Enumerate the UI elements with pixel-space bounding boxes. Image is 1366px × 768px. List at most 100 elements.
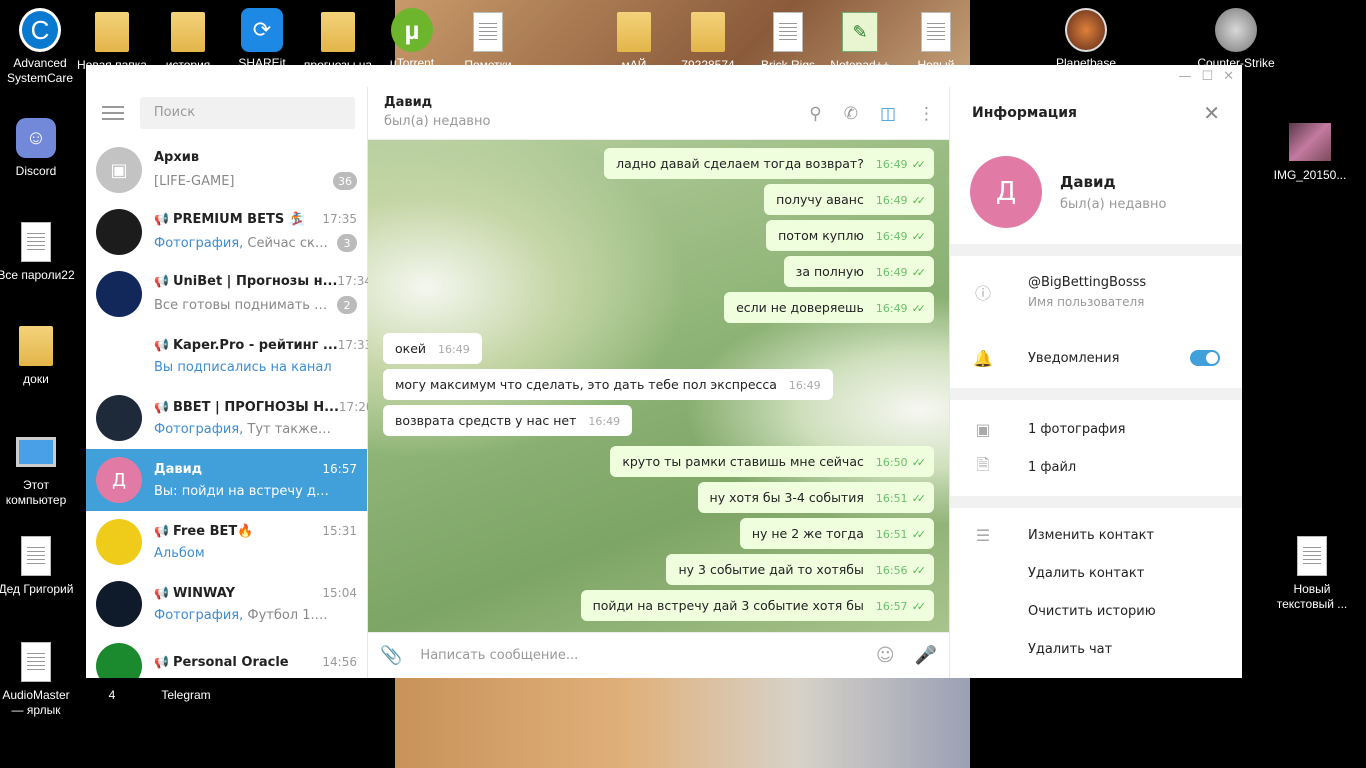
desktop-icon-advanced-systemcare[interactable]: C Advanced SystemCare	[0, 8, 80, 86]
message-time: 16:57	[875, 600, 908, 613]
utorrent-icon: µ	[391, 8, 433, 52]
planetbase-icon	[1065, 8, 1107, 52]
desktop-icon-discord[interactable]: ☺ Discord	[0, 116, 76, 179]
message-bubble[interactable]: ну 3 событие дай то хотябы 16:56 ✓✓	[666, 554, 934, 585]
message-bubble[interactable]: окей 16:49	[383, 333, 482, 364]
search-input[interactable]: Поиск	[139, 97, 355, 129]
message-bubble[interactable]: ну не 2 же тогда 16:51 ✓✓	[739, 518, 934, 549]
files-row[interactable]: 🗎 1 файл	[950, 448, 1242, 486]
desktop-icon-new-text[interactable]: Новый текстовый ...	[1272, 534, 1352, 612]
desktop-icon-planetbase[interactable]: Planetbase	[1046, 8, 1126, 71]
message-time: 16:49	[788, 379, 821, 392]
file-icon: 🗎	[976, 454, 990, 474]
shareit-icon: ⟳	[241, 8, 283, 52]
desktop-icon-new-folder[interactable]: Новая папка	[72, 10, 152, 73]
desktop-icon-this-pc[interactable]: Этот компьютер	[0, 430, 76, 508]
desktop-icon-shareit[interactable]: ⟳ SHAREit	[222, 8, 302, 71]
files-label: 1 файл	[1028, 459, 1077, 475]
photos-row[interactable]: ▣ 1 фотография	[950, 410, 1242, 448]
desktop-icon-label: Этот компьютер	[5, 478, 67, 507]
chat-list-item[interactable]: 📢WINWAY 15:04 Фотография, Футбол 1.5 / 2 …	[86, 573, 367, 635]
avatar: Д	[96, 457, 142, 503]
message-bubble[interactable]: могу максимум что сделать, это дать тебе…	[383, 369, 833, 400]
desktop-icon-brick-rigs[interactable]: Brick Rigs	[748, 10, 828, 73]
desktop-icon-4[interactable]: 4	[72, 688, 152, 708]
desktop-icon-ded[interactable]: Дед Григорий	[0, 534, 76, 597]
sidebar-toggle-icon[interactable]: ◫	[880, 104, 896, 124]
read-checkmark-icon: ✓✓	[911, 266, 927, 279]
message-input[interactable]: Написать сообщение...	[420, 648, 855, 663]
search-icon[interactable]: ⚲	[809, 104, 821, 124]
microphone-icon[interactable]: 🎤	[915, 645, 937, 666]
title-bar: — ☐ ✕	[86, 65, 1242, 87]
notifications-row[interactable]: 🔔 Уведомления	[950, 328, 1242, 388]
message-text: ну 3 событие дай то хотябы	[678, 562, 864, 577]
desktop-icon-notes[interactable]: Пометки	[448, 10, 528, 73]
desktop-icon-number-folder[interactable]: 79228574	[668, 10, 748, 73]
read-checkmark-icon: ✓✓	[911, 194, 927, 207]
delete-contact-row[interactable]: Удалить контакт	[950, 554, 1242, 592]
chat-preview-highlight: Альбом	[154, 545, 205, 561]
message-time: 16:49	[875, 266, 908, 279]
chat-preview: Сейчас скину ...	[247, 235, 334, 251]
chat-list-item[interactable]: 📢 Free BET🔥 15:31 Альбом	[86, 511, 367, 573]
info-icon: ⓘ	[974, 284, 991, 303]
chat-list-item[interactable]: 📢 Kaper.Pro - рейтинг ... 17:33 Вы подписа…	[86, 325, 372, 387]
attach-icon[interactable]: 📎	[380, 645, 402, 666]
message-bubble[interactable]: если не доверяешь 16:49 ✓✓	[724, 292, 934, 323]
edit-contact-label: Изменить контакт	[1028, 527, 1155, 543]
emoji-icon[interactable]: ☺	[876, 645, 895, 666]
message-time: 16:50	[875, 456, 908, 469]
delete-chat-row[interactable]: Удалить чат	[950, 630, 1242, 668]
chat-list-item[interactable]: 📢 Personal Oracle 14:56	[86, 635, 367, 678]
more-icon[interactable]: ⋮	[918, 104, 935, 124]
chat-list-item[interactable]: Д Давид 16:57 Вы: пойди на встречу дай 3 …	[86, 449, 367, 511]
desktop-icon-notepadpp[interactable]: ✎Notepad++	[820, 10, 900, 73]
username-row[interactable]: ⓘ @BigBettingBosss Имя пользователя	[950, 256, 1242, 328]
minimize-button[interactable]: —	[1178, 69, 1191, 84]
folder-icon	[95, 12, 129, 52]
message-text: могу максимум что сделать, это дать тебе…	[395, 377, 777, 392]
message-bubble[interactable]: ладно давай сделаем тогда возврат? 16:49 ✓…	[604, 148, 934, 179]
chat-name: PREMIUM BETS 🏂	[172, 212, 305, 227]
menu-icon[interactable]	[98, 98, 128, 128]
edit-contact-row[interactable]: ☰ Изменить контакт	[950, 516, 1242, 554]
message-text: ну не 2 же тогда	[751, 526, 864, 541]
megaphone-icon: 📢	[154, 399, 169, 414]
desktop-icon-new-file[interactable]: Новый	[896, 10, 976, 73]
chat-list-item[interactable]: 📢 PREMIUM BETS 🏂 17:35 Фотография, Сейчас …	[86, 201, 367, 263]
message-bubble[interactable]: пойди на встречу дай 3 событие хотя бы 16…	[580, 590, 934, 621]
phone-icon[interactable]: ✆	[844, 104, 858, 124]
folder-icon	[617, 12, 651, 52]
desktop-icon-history[interactable]: история	[148, 10, 228, 73]
chat-time: 14:56	[322, 655, 357, 669]
clear-history-label: Очистить историю	[1028, 603, 1156, 619]
avatar[interactable]: Д	[970, 156, 1042, 228]
chat-list-item[interactable]: 📢 UniBet | Прогнозы н... 17:34 Все готовы …	[86, 263, 372, 325]
chat-list-item[interactable]: ▣ Архив [LIFE-GAME] 36	[86, 139, 367, 201]
close-window-button[interactable]: ✕	[1223, 69, 1234, 84]
desktop-icon-label: Discord	[15, 164, 57, 178]
desktop-icon-img[interactable]: IMG_20150...	[1270, 120, 1350, 183]
message-bubble[interactable]: круто ты рамки ставишь мне сейчас 16:50 ✓✓	[610, 446, 934, 477]
desktop-icon-forecasts[interactable]: прогнозы на	[298, 10, 378, 73]
message-bubble[interactable]: возврата средств у нас нет 16:49	[383, 405, 633, 436]
maximize-button[interactable]: ☐	[1201, 69, 1213, 84]
message-bubble[interactable]: за полную 16:49 ✓✓	[783, 256, 934, 287]
notifications-toggle[interactable]	[1190, 350, 1220, 366]
desktop-icon-may[interactable]: мАЙ	[594, 10, 674, 73]
close-icon[interactable]: ✕	[1203, 101, 1220, 125]
folder-icon	[171, 12, 205, 52]
desktop-icon-utorrent[interactable]: µ µTorrent	[372, 8, 452, 71]
clear-history-row[interactable]: Очистить историю	[950, 592, 1242, 630]
desktop-icon-audiomaster[interactable]: AudioMaster — ярлык	[0, 640, 76, 718]
chat-list-item[interactable]: 📢 BBET | ПРОГНОЗЫ Н... 17:20 Фотография, Т…	[86, 387, 374, 449]
message-bubble[interactable]: потом куплю 16:49 ✓✓	[766, 220, 934, 251]
desktop-icon-counter-strike[interactable]: Counter-Strike	[1196, 8, 1276, 71]
message-bubble[interactable]: получу аванс 16:49 ✓✓	[764, 184, 934, 215]
desktop-icon-docs[interactable]: доки	[0, 324, 76, 387]
message-bubble[interactable]: ну хотя бы 3-4 события 16:51 ✓✓	[697, 482, 934, 513]
desktop-icon-telegram[interactable]: Telegram	[146, 688, 226, 708]
document-icon	[21, 222, 51, 262]
desktop-icon-passwords[interactable]: Все пароли22	[0, 220, 76, 283]
